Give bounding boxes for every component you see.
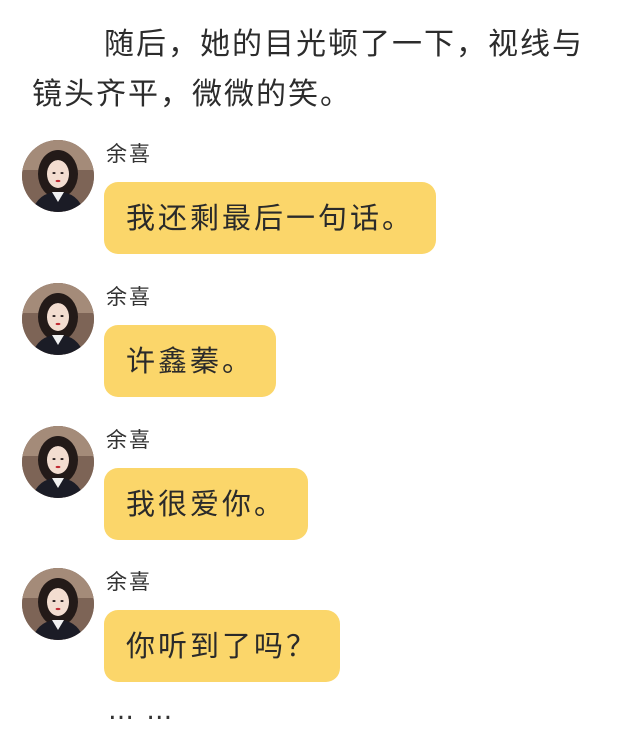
chat-message: 余喜 许鑫蓁。	[22, 283, 622, 413]
avatar[interactable]	[22, 283, 94, 355]
sender-name: 余喜	[106, 142, 152, 166]
message-bubble[interactable]: 我还剩最后一句话。	[104, 182, 437, 254]
sender-name: 余喜	[106, 428, 152, 452]
ellipsis-text: … …	[108, 696, 175, 726]
sender-name: 余喜	[106, 570, 152, 594]
avatar-portrait-icon	[22, 568, 94, 640]
narration-text: 随后，她的目光顿了一下，视线与镜头齐平，微微的笑。	[32, 27, 584, 112]
message-bubble[interactable]: 我很爱你。	[104, 468, 309, 540]
chat-message: 余喜 我很爱你。	[22, 426, 622, 556]
avatar-portrait-icon	[22, 426, 94, 498]
message-bubble[interactable]: 你听到了吗？	[104, 610, 341, 682]
avatar[interactable]	[22, 140, 94, 212]
avatar[interactable]	[22, 568, 94, 640]
sender-name: 余喜	[106, 285, 152, 309]
avatar-portrait-icon	[22, 140, 94, 212]
chat-message: 余喜 我还剩最后一句话。	[22, 140, 622, 270]
message-bubble[interactable]: 许鑫蓁。	[104, 325, 277, 397]
avatar-portrait-icon	[22, 283, 94, 355]
avatar[interactable]	[22, 426, 94, 498]
chat-message: 余喜 你听到了吗？	[22, 568, 622, 698]
